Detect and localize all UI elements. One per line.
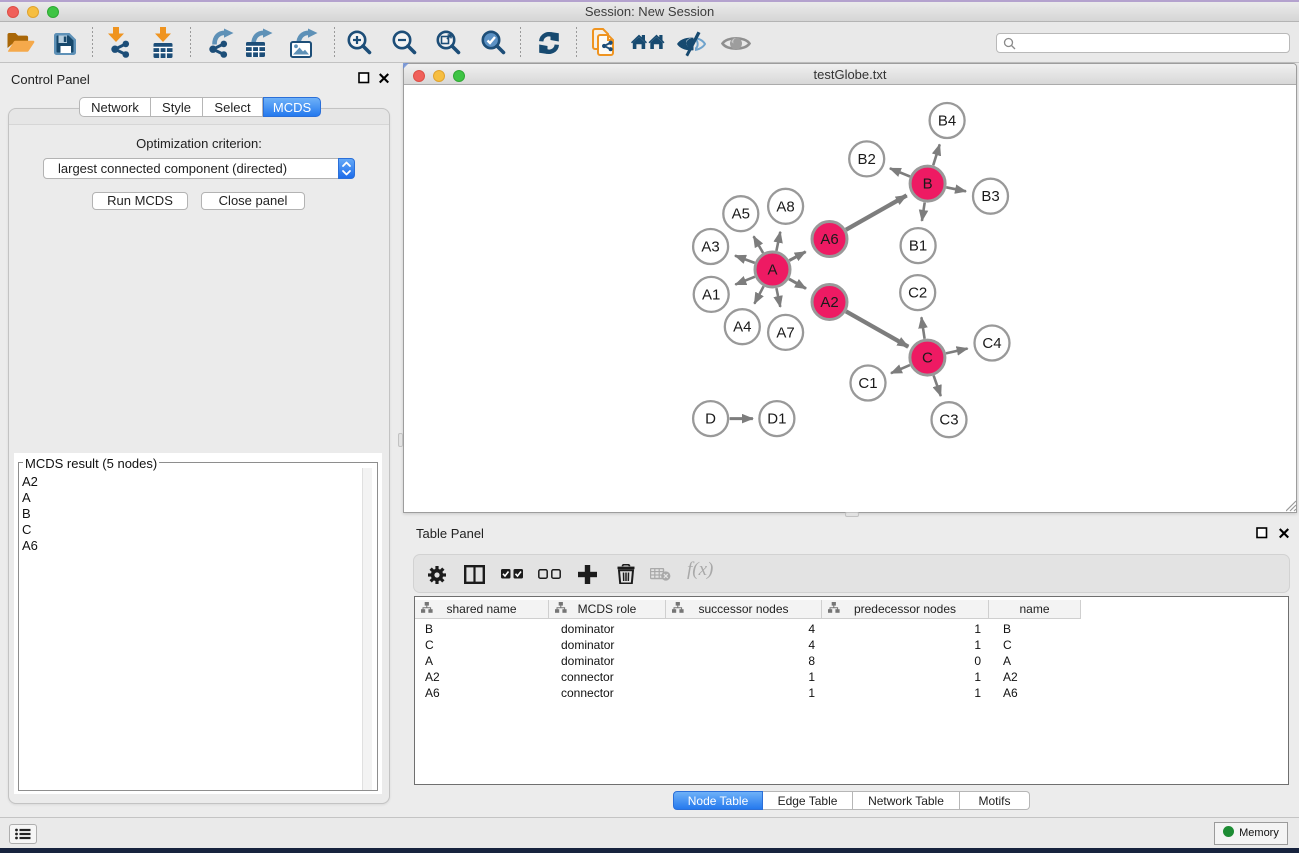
svg-text:C1: C1 — [858, 375, 877, 392]
svg-text:B4: B4 — [938, 113, 956, 130]
svg-text:A8: A8 — [776, 198, 794, 215]
svg-text:A6: A6 — [820, 231, 838, 248]
svg-text:D: D — [705, 411, 716, 428]
svg-text:A1: A1 — [702, 286, 720, 303]
svg-text:C4: C4 — [982, 335, 1001, 352]
svg-text:A: A — [767, 262, 777, 279]
svg-text:A5: A5 — [732, 206, 750, 223]
svg-text:B1: B1 — [909, 238, 927, 255]
svg-text:B: B — [923, 176, 933, 193]
svg-text:B3: B3 — [981, 188, 999, 205]
svg-text:D1: D1 — [767, 411, 786, 428]
svg-text:A2: A2 — [820, 294, 838, 311]
svg-text:A4: A4 — [733, 319, 751, 336]
svg-text:C: C — [922, 350, 933, 367]
svg-text:C3: C3 — [939, 412, 958, 429]
svg-text:B2: B2 — [858, 151, 876, 168]
svg-text:C2: C2 — [908, 285, 927, 302]
svg-text:A3: A3 — [701, 239, 719, 256]
svg-text:A7: A7 — [776, 324, 794, 341]
